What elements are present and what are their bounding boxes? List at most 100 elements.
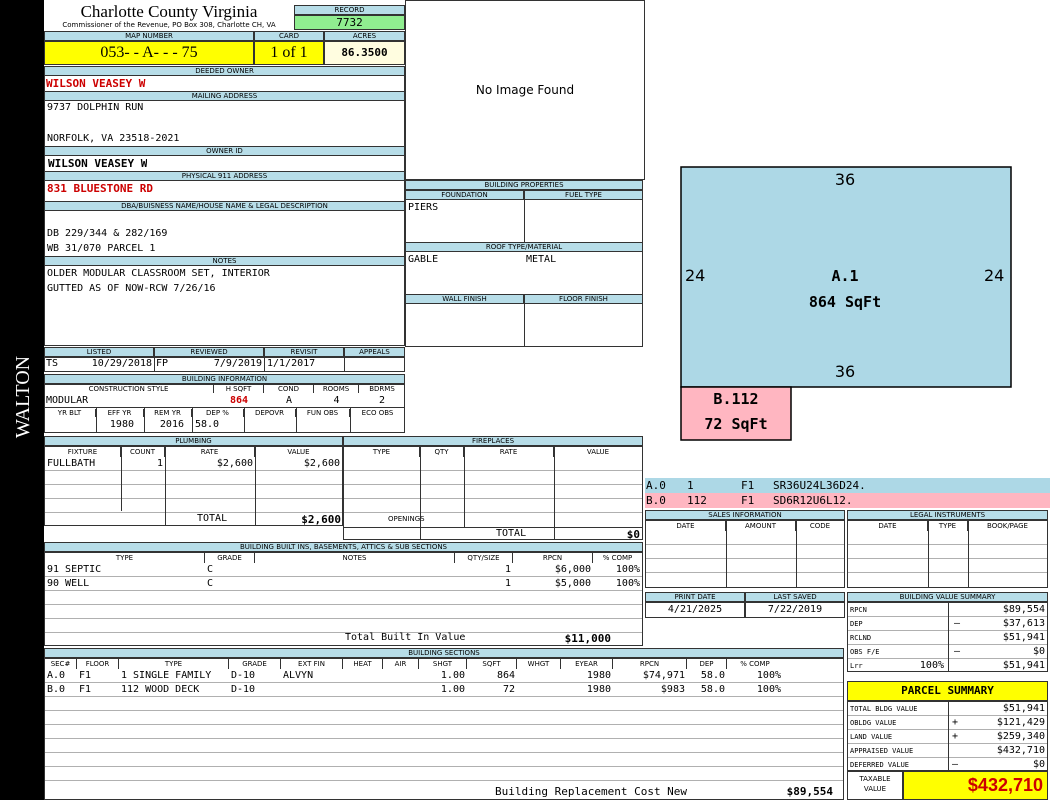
listed-label: LISTED bbox=[44, 347, 154, 357]
section-cell: 112 WOOD DECK bbox=[121, 684, 200, 695]
legal-instruments-title: LEGAL INSTRUMENTS bbox=[847, 510, 1048, 520]
builtins-title: BUILDING BUILT INS, BASEMENTS, ATTICS & … bbox=[44, 542, 643, 552]
depovr-label: DEPOVR bbox=[244, 409, 296, 417]
record-value: 7732 bbox=[294, 15, 405, 30]
builtins-qty: 1 bbox=[504, 578, 511, 589]
card-value: 1 of 1 bbox=[254, 41, 324, 65]
notes-line-2: GUTTED AS OF NOW-RCW 7/26/16 bbox=[47, 283, 216, 294]
value-summary-cell bbox=[950, 631, 964, 645]
plumbing-col-fixture: FIXTURE bbox=[45, 447, 121, 457]
parcel-summary-cell: $259,340 bbox=[996, 731, 1045, 742]
hsqft-value: 864 bbox=[229, 395, 249, 406]
construction-style-label: CONSTRUCTION STYLE bbox=[44, 385, 214, 393]
parcel-summary-cell: $121,429 bbox=[996, 717, 1045, 728]
fireplace-col-type: TYPE bbox=[344, 447, 420, 457]
notes-line-1: OLDER MODULAR CLASSROOM SET, INTERIOR bbox=[47, 268, 270, 279]
section-row bbox=[45, 697, 843, 711]
section-col-7: SHGT bbox=[419, 659, 467, 669]
builtins-comp: 100% bbox=[615, 578, 640, 589]
sketch-code-a: A.0 1 F1 SR36U24L36D24. bbox=[645, 478, 1050, 493]
builtins-total: $11,000 bbox=[564, 632, 611, 645]
section-row: A.0 F1 1 SINGLE FAMILY D-10 ALVYN 1.00 864 1980… bbox=[45, 669, 843, 683]
section-cell: D-10 bbox=[231, 670, 256, 681]
value-summary-cell bbox=[882, 603, 946, 617]
remyr-value: 2016 bbox=[159, 419, 184, 430]
builtins-row: 90 WELL C 1 $5,000 100% bbox=[45, 577, 642, 591]
county-title: Charlotte County Virginia bbox=[80, 2, 258, 21]
section-cell: $74,971 bbox=[642, 670, 685, 681]
parcel-summary-row: OBLDG VALUE + $121,429 bbox=[848, 716, 1047, 730]
reviewed-code: FP bbox=[156, 358, 169, 369]
yrblt-value: 1980 bbox=[109, 419, 134, 430]
plumbing-count: 1 bbox=[156, 458, 163, 469]
revisit-label: REVISIT bbox=[264, 347, 344, 357]
cond-value: A bbox=[285, 395, 293, 406]
section-cell: F1 bbox=[79, 670, 92, 681]
parcel-summary-title: PARCEL SUMMARY bbox=[847, 681, 1048, 701]
ecoobs-label: ECO OBS bbox=[361, 409, 394, 417]
legal-line-1: DB 229/344 & 282/169 bbox=[47, 228, 168, 239]
section-row bbox=[45, 753, 843, 767]
cond-label: COND bbox=[264, 385, 314, 393]
fuel-type-label: FUEL TYPE bbox=[524, 190, 643, 200]
value-summary-cell bbox=[882, 631, 946, 645]
sketch-dim-left: 24 bbox=[685, 266, 706, 285]
print-date-label: PRINT DATE bbox=[645, 592, 745, 602]
reviewed-label: REVIEWED bbox=[154, 347, 264, 357]
legal-instruments-table: DATE TYPE BOOK/PAGE bbox=[847, 520, 1048, 588]
builtins-type: 91 SEPTIC bbox=[47, 564, 102, 575]
parcel-summary-cell: OBLDG VALUE bbox=[850, 719, 897, 727]
legal-line-2: WB 31/070 PARCEL 1 bbox=[47, 243, 156, 254]
reviewed-date: 7/9/2019 bbox=[213, 358, 262, 369]
section-row bbox=[45, 725, 843, 739]
physical-address: 831 BLUESTONE RD bbox=[47, 182, 153, 195]
sketch-dim-top: 36 bbox=[834, 170, 856, 189]
section-cell: 1 SINGLE FAMILY bbox=[121, 670, 212, 681]
parcel-summary-cell bbox=[948, 744, 962, 758]
openings-label: OPENINGS bbox=[388, 515, 425, 523]
section-cell bbox=[517, 669, 561, 683]
code-type: 112 bbox=[687, 494, 707, 507]
section-col-5: HEAT bbox=[343, 659, 383, 669]
builtins-col-type: TYPE bbox=[45, 553, 205, 563]
fireplace-total-label: TOTAL bbox=[496, 528, 527, 539]
section-col-8: SQFT bbox=[467, 659, 517, 669]
commissioner-line: Commissioner of the Revenue, PO Box 308,… bbox=[62, 21, 276, 29]
legal-col-date: DATE bbox=[848, 521, 928, 531]
section-col-1: FLOOR bbox=[77, 659, 119, 669]
section-cell: 864 bbox=[496, 670, 515, 681]
sketch-b-label: B.112 bbox=[713, 390, 759, 408]
effyr-label: EFF YR bbox=[96, 409, 144, 417]
code-floor: F1 bbox=[741, 494, 755, 507]
builtins-col-qty: QTY/SIZE bbox=[455, 553, 513, 563]
sales-table: DATE AMOUNT CODE bbox=[645, 520, 845, 588]
fireplace-total: $0 bbox=[626, 528, 640, 540]
code-sec: A.0 bbox=[646, 479, 666, 492]
section-cell: 1.00 bbox=[440, 670, 465, 681]
building-info-title: BUILDING INFORMATION bbox=[44, 374, 405, 384]
value-summary-cell: $51,941 bbox=[1002, 660, 1045, 671]
yrblt-label: YR BLT bbox=[44, 409, 96, 417]
value-summary-cell: $37,613 bbox=[1002, 618, 1045, 629]
section-col-2: TYPE bbox=[119, 659, 229, 669]
section-cell: 1.00 bbox=[440, 684, 465, 695]
builtins-row: 91 SEPTIC C 1 $6,000 100% bbox=[45, 563, 642, 577]
fireplaces-table: TYPE QTY RATE VALUE OPENINGS TOTAL $0 bbox=[343, 446, 643, 540]
parcel-summary-cell bbox=[948, 702, 962, 716]
plumbing-col-value: VALUE bbox=[287, 448, 310, 456]
value-summary-row: OBS F/E – $0 bbox=[848, 645, 1047, 659]
mailing-line-2: NORFOLK, VA 23518-2021 bbox=[47, 133, 180, 144]
section-cell: 58.0 bbox=[700, 670, 725, 681]
sales-col-date: DATE bbox=[646, 521, 726, 531]
sketch-area: 36 36 24 24 A.1 864 SqFt B.112 72 SqFt bbox=[645, 0, 1050, 478]
fireplaces-title: FIREPLACES bbox=[343, 436, 643, 446]
section-cell bbox=[517, 683, 561, 697]
sales-title: SALES INFORMATION bbox=[645, 510, 845, 520]
roof-label: ROOF TYPE/MATERIAL bbox=[405, 242, 643, 252]
code-sec: B.0 bbox=[646, 494, 666, 507]
brcn-value: $89,554 bbox=[786, 785, 833, 798]
sketch-b-area: 72 SqFt bbox=[704, 415, 768, 433]
value-summary-row: DEP – $37,613 bbox=[848, 617, 1047, 631]
section-cell: ALVYN bbox=[283, 670, 314, 681]
section-cell: A.0 bbox=[47, 670, 66, 681]
